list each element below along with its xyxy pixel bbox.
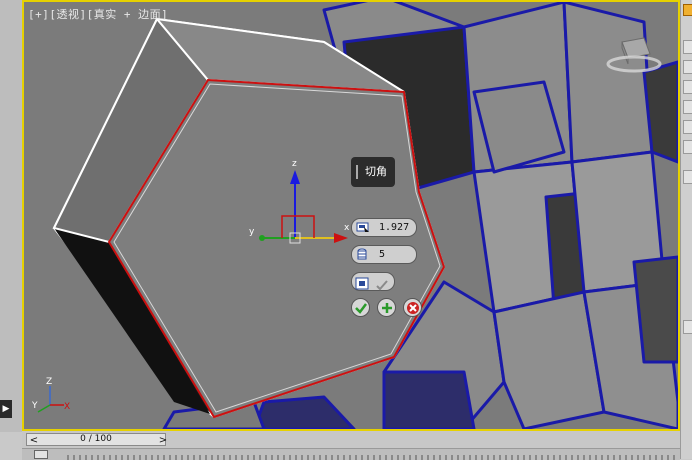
chamfer-segments-field[interactable]: 5 — [351, 245, 417, 264]
chamfer-segments-value: 5 — [379, 249, 386, 260]
time-prev-button[interactable]: < — [29, 434, 39, 447]
mini-curve-editor-button[interactable] — [34, 450, 48, 459]
caddy-title-text: 切角 — [365, 165, 387, 178]
ok-button[interactable] — [351, 298, 370, 317]
panel-icon[interactable] — [683, 4, 692, 16]
left-toolbar-strip: ▶ — [0, 0, 23, 432]
panel-button-5[interactable] — [683, 120, 692, 134]
close-icon — [407, 302, 419, 314]
panel-button-4[interactable] — [683, 100, 692, 114]
command-panel-strip — [680, 0, 692, 459]
world-axis-tripod — [37, 386, 64, 413]
caddy-grip-icon[interactable] — [356, 165, 358, 179]
segments-icon — [356, 248, 370, 261]
scene-render: z x y Z Y X — [31, 2, 678, 429]
panel-button-3[interactable] — [683, 80, 692, 94]
panel-button-8[interactable] — [683, 320, 692, 334]
max-window: ▶ z x y Z Y X [+][透视][真实 + 边面] 切角 1.927 … — [0, 0, 692, 460]
panel-button-6[interactable] — [683, 140, 692, 154]
apply-continue-button[interactable] — [377, 298, 396, 317]
cancel-button[interactable] — [403, 298, 422, 317]
check-icon — [355, 303, 367, 314]
gizmo-z-label: z — [292, 159, 297, 169]
panel-button-7[interactable] — [683, 170, 692, 184]
chamfer-amount-field[interactable]: 1.927 — [351, 218, 417, 237]
time-slider-frame: 0 / 100 — [80, 434, 112, 444]
panel-button-1[interactable] — [683, 40, 692, 54]
open-chamfer-icon — [355, 275, 369, 290]
viewport-label[interactable]: [+][透视][真实 + 边面] — [28, 6, 168, 22]
gizmo-x-label: x — [344, 223, 350, 233]
panel-button-2[interactable] — [683, 60, 692, 74]
gizmo-y-label: y — [249, 227, 255, 237]
corner-x-label: X — [64, 402, 70, 412]
corner-y-label: Y — [31, 401, 38, 411]
toggle-check-icon — [375, 276, 389, 291]
plus-icon — [382, 303, 392, 313]
corner-z-label: Z — [46, 377, 52, 387]
chamfer-amount-value: 1.927 — [379, 222, 410, 233]
trackbar[interactable] — [22, 448, 680, 460]
time-next-button[interactable]: > — [158, 434, 168, 447]
open-chamfer-toggle[interactable] — [351, 272, 395, 291]
chamfer-caddy-title[interactable]: 切角 — [351, 157, 395, 187]
chamfer-amount-icon — [356, 221, 370, 234]
viewcube-icon[interactable] — [604, 32, 664, 82]
time-slider[interactable]: < 0 / 100 > — [26, 433, 168, 447]
perspective-viewport[interactable]: z x y Z Y X [+][透视][真实 + 边面] 切角 1.927 5 — [22, 0, 680, 431]
expand-arrow-icon[interactable]: ▶ — [0, 400, 12, 418]
timeline: < 0 / 100 > — [22, 431, 680, 448]
